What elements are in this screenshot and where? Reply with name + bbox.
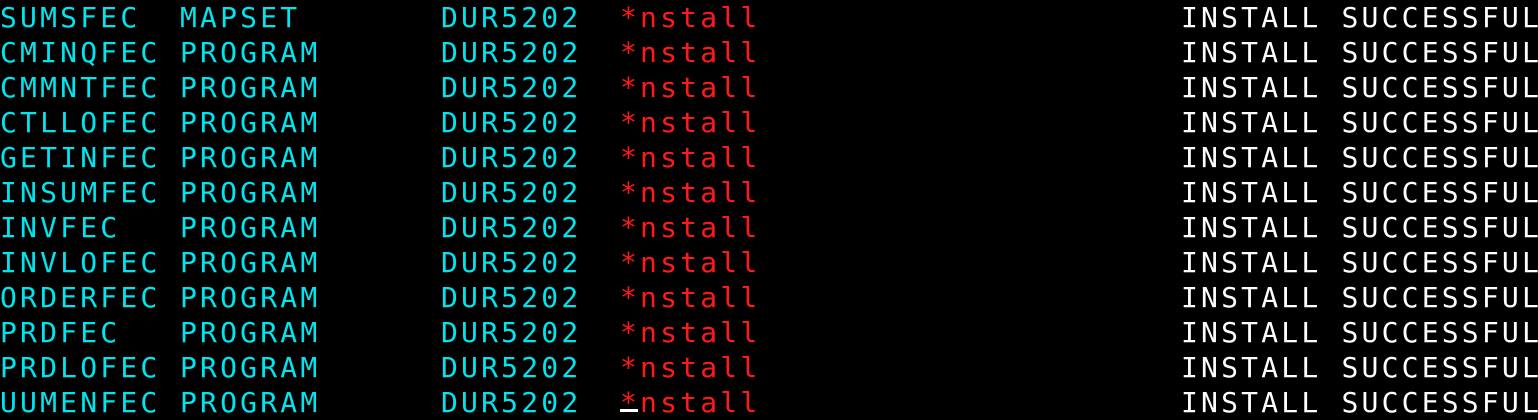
command-field[interactable]: *nstall (620, 70, 760, 105)
resource-group: DUR5202 (441, 351, 582, 384)
resource-name: SUMSFEC (0, 1, 141, 34)
resource-row: SUMSFEC MAPSET DUR5202 *nstall INSTALL S… (0, 0, 1538, 35)
text-cursor (620, 409, 638, 412)
status-message: INSTALL SUCCESSFUL (1181, 351, 1538, 384)
resource-type: PROGRAM (180, 106, 321, 139)
resource-row: GETINFEC PROGRAM DUR5202 *nstall INSTALL… (0, 140, 1538, 175)
resource-row: PRDLOFEC PROGRAM DUR5202 *nstall INSTALL… (0, 350, 1538, 385)
resource-group: DUR5202 (441, 106, 582, 139)
resource-row: CMINQFEC PROGRAM DUR5202 *nstall INSTALL… (0, 35, 1538, 70)
status-message: INSTALL SUCCESSFUL (1181, 211, 1538, 244)
resource-name: INVFEC (0, 211, 121, 244)
resource-type: PROGRAM (180, 246, 321, 279)
status-message: INSTALL SUCCESSFUL (1181, 1, 1538, 34)
resource-group: DUR5202 (441, 71, 582, 104)
command-field[interactable]: *nstall (620, 245, 760, 280)
resource-name: CTLLOFEC (0, 106, 161, 139)
resource-name: GETINFEC (0, 141, 161, 174)
resource-group: DUR5202 (441, 1, 582, 34)
command-field[interactable]: *nstall (620, 350, 760, 385)
command-field[interactable]: *nstall (620, 315, 760, 350)
resource-type: PROGRAM (180, 36, 321, 69)
resource-row: INSUMFEC PROGRAM DUR5202 *nstall INSTALL… (0, 175, 1538, 210)
resource-row: INVLOFEC PROGRAM DUR5202 *nstall INSTALL… (0, 245, 1538, 280)
status-message: INSTALL SUCCESSFUL (1181, 176, 1538, 209)
resource-row: PRDFEC PROGRAM DUR5202 *nstall INSTALL S… (0, 315, 1538, 350)
command-field[interactable]: *nstall (620, 210, 760, 245)
resource-name: PRDLOFEC (0, 351, 161, 384)
status-message: INSTALL SUCCESSFUL (1181, 36, 1538, 69)
status-message: INSTALL SUCCESSFUL (1181, 316, 1538, 349)
command-field[interactable]: *nstall (620, 280, 760, 315)
resource-row: CMMNTFEC PROGRAM DUR5202 *nstall INSTALL… (0, 70, 1538, 105)
resource-group: DUR5202 (441, 281, 582, 314)
command-field[interactable]: *nstall (620, 175, 760, 210)
resource-name: UUMENFEC (0, 386, 161, 419)
resource-row: ORDERFEC PROGRAM DUR5202 *nstall INSTALL… (0, 280, 1538, 315)
status-message: INSTALL SUCCESSFUL (1181, 141, 1538, 174)
resource-name: INSUMFEC (0, 176, 161, 209)
resource-group: DUR5202 (441, 36, 582, 69)
resource-type: PROGRAM (180, 211, 321, 244)
resource-type: PROGRAM (180, 386, 321, 419)
resource-group: DUR5202 (441, 316, 582, 349)
resource-type: PROGRAM (180, 71, 321, 104)
status-message: INSTALL SUCCESSFUL (1181, 281, 1538, 314)
resource-name: PRDFEC (0, 316, 121, 349)
resource-row: UUMENFEC PROGRAM DUR5202 *nstall INSTALL… (0, 385, 1538, 420)
command-field[interactable]: *nstall (620, 0, 760, 35)
resource-type: MAPSET (180, 1, 301, 34)
status-message: INSTALL SUCCESSFUL (1181, 106, 1538, 139)
resource-row: INVFEC PROGRAM DUR5202 *nstall INSTALL S… (0, 210, 1538, 245)
resource-group: DUR5202 (441, 141, 582, 174)
command-field[interactable]: *nstall (620, 35, 760, 70)
resource-group: DUR5202 (441, 176, 582, 209)
status-message: INSTALL SUCCESSFUL (1181, 246, 1538, 279)
status-message: INSTALL SUCCESSFUL (1181, 386, 1538, 419)
resource-name: CMMNTFEC (0, 71, 161, 104)
resource-name: INVLOFEC (0, 246, 161, 279)
resource-type: PROGRAM (180, 351, 321, 384)
resource-type: PROGRAM (180, 316, 321, 349)
resource-name: CMINQFEC (0, 36, 161, 69)
resource-row: CTLLOFEC PROGRAM DUR5202 *nstall INSTALL… (0, 105, 1538, 140)
resource-type: PROGRAM (180, 281, 321, 314)
resource-group: DUR5202 (441, 246, 582, 279)
resource-type: PROGRAM (180, 141, 321, 174)
resource-name: ORDERFEC (0, 281, 161, 314)
status-message: INSTALL SUCCESSFUL (1181, 71, 1538, 104)
command-field[interactable]: *nstall (620, 140, 760, 175)
terminal-screen: SUMSFEC MAPSET DUR5202 *nstall INSTALL S… (0, 0, 1538, 420)
resource-group: DUR5202 (441, 211, 582, 244)
resource-type: PROGRAM (180, 176, 321, 209)
resource-group: DUR5202 (441, 386, 582, 419)
command-field[interactable]: *nstall (620, 385, 760, 420)
command-field[interactable]: *nstall (620, 105, 760, 140)
